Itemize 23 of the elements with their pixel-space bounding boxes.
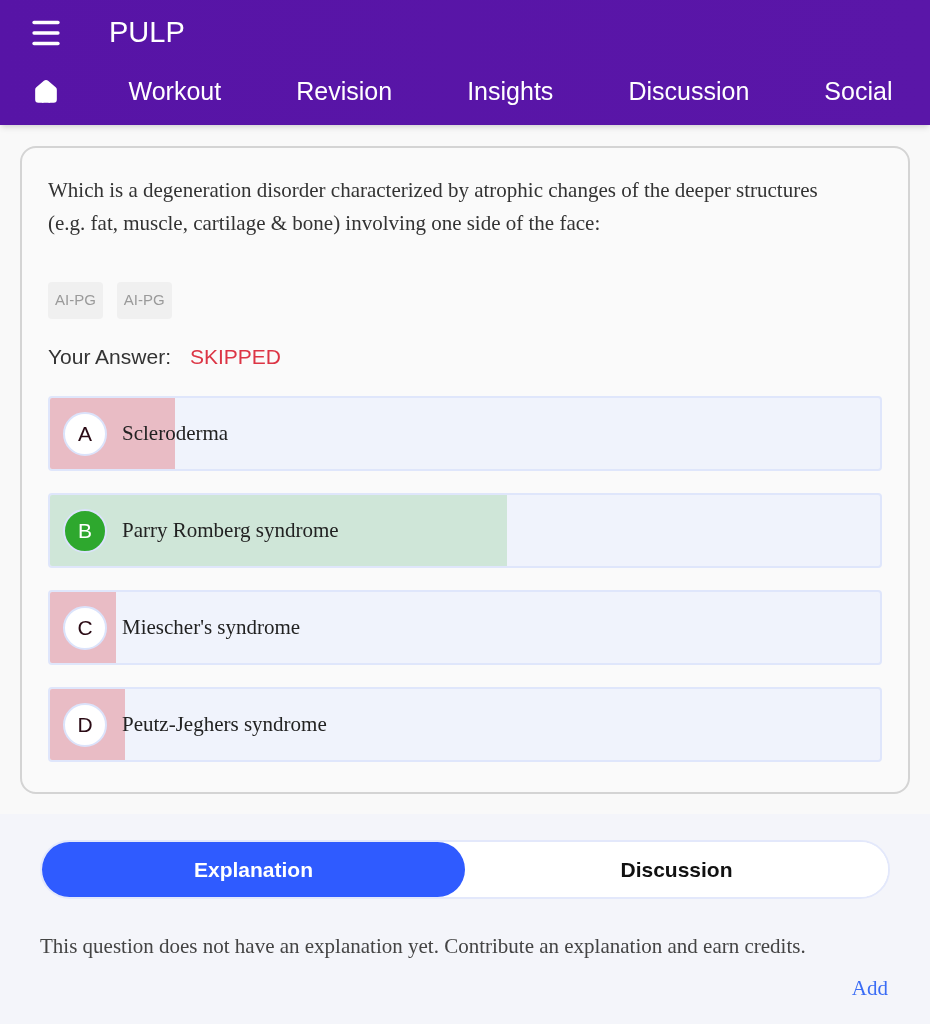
app-title: PULP (109, 15, 185, 51)
nav-tab[interactable]: Discussion (620, 73, 758, 111)
tag: AI-PG (116, 282, 172, 319)
nav-tab[interactable]: Insights (459, 73, 562, 111)
answer-option[interactable]: D Peutz-Jeghers syndrome (48, 687, 882, 762)
nav-tab[interactable]: Revision (288, 73, 401, 111)
answer-label: Your Answer: (48, 343, 171, 370)
option-text: Scleroderma (122, 419, 229, 447)
answer-status: SKIPPED (189, 343, 281, 370)
option-text: Parry Romberg syndrome (122, 516, 339, 544)
tag: AI-PG (48, 282, 103, 319)
explanation-text: This question does not have an explanation yet. Contribute an explanation and earn credits. (40, 933, 807, 960)
nav-tab[interactable]: Social (816, 73, 901, 111)
answer-option[interactable]: A Scleroderma (48, 396, 882, 471)
panel-tab[interactable]: Explanation (42, 842, 465, 897)
question-text: Which is a degeneration disorder characterized by atrophic changes of the deeper structures (e.g. fat, muscle, cartilage & bone) involving one side of the face: (48, 177, 818, 237)
option-text: Peutz-Jeghers syndrome (122, 710, 327, 738)
option-text: Miescher's syndrome (122, 613, 301, 641)
answer-option[interactable]: C Miescher's syndrome (48, 590, 882, 665)
answer-option[interactable]: B Parry Romberg syndrome (48, 493, 882, 568)
panel-tab[interactable]: Discussion (465, 842, 888, 897)
add-link[interactable]: Add (851, 972, 888, 1004)
nav-tab[interactable]: Workout (120, 73, 230, 111)
